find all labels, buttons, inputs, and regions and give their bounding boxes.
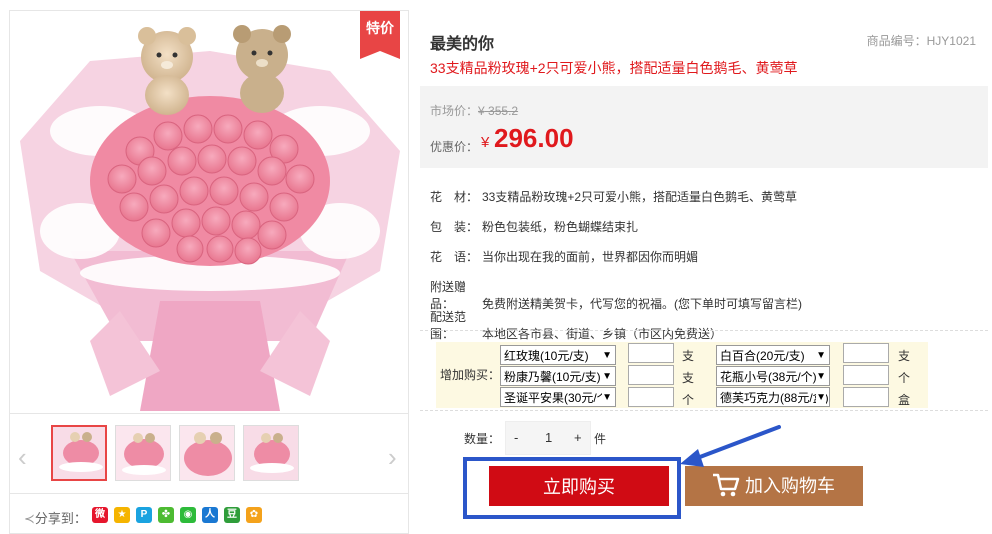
share-bar: ≺分享到： 微 ★ P ✤ ◉ 人 豆 ✿ <box>10 493 408 534</box>
quantity-label: 数量： <box>464 432 501 446</box>
addon-select-value: 红玫瑰(10元/支) <box>504 349 589 363</box>
spec-materials: 花 材： 33支精品粉玫瑰+2只可爱小熊，搭配适量白色鹅毛、黄莺草 <box>430 188 797 205</box>
quantity-input[interactable]: 1 <box>545 430 552 445</box>
sale-price-value: 296.00 <box>494 123 574 153</box>
addon-qty-input[interactable] <box>628 387 674 407</box>
spec-key: 包 装： <box>430 220 479 234</box>
divider <box>420 330 988 331</box>
thumbnail-image <box>53 427 105 479</box>
addon-qty-input[interactable] <box>628 343 674 363</box>
bouquet-image <box>20 25 400 411</box>
quantity-stepper: - 1 + <box>505 421 591 455</box>
product-title: 最美的你 <box>430 36 495 53</box>
kaixin-icon[interactable]: ✿ <box>246 507 262 523</box>
douban-icon[interactable]: 豆 <box>224 507 240 523</box>
market-price: 市场价：¥ 355.2 <box>430 102 518 119</box>
thumbnail-1[interactable] <box>51 425 107 481</box>
addon-select-vase[interactable]: 花瓶小号(38元/个) ▼ <box>716 366 830 386</box>
market-price-number: 355.2 <box>488 104 519 118</box>
addon-select-value: 花瓶小号(38元/个) <box>720 370 817 384</box>
addon-qty-input[interactable] <box>843 387 889 407</box>
spec-gift: 附送赠品： 免费附送精美贺卡，代写您的祝福。(您下单时可填写留言栏) <box>430 278 802 312</box>
share-label: ≺分享到： <box>24 508 87 527</box>
quantity-plus-button[interactable]: + <box>574 430 582 445</box>
buy-now-button[interactable]: 立即购买 <box>489 466 669 506</box>
thumbnail-strip: ‹ › <box>10 413 408 494</box>
weibo-icon[interactable]: 微 <box>92 507 108 523</box>
pengyou-icon[interactable]: ✤ <box>158 507 174 523</box>
cart-icon <box>713 473 740 497</box>
spec-packaging: 包 装： 粉色包装纸，粉色蝴蝶结束扎 <box>430 218 638 235</box>
addon-unit: 盒 <box>898 393 911 407</box>
product-code-label: 商品编号： <box>866 34 927 48</box>
addon-select-carnation[interactable]: 粉康乃馨(10元/支) ▼ <box>500 366 616 386</box>
renren-icon[interactable]: 人 <box>202 507 218 523</box>
qzone-icon[interactable]: ★ <box>114 507 130 523</box>
thumbnail-image <box>116 426 170 480</box>
dropdown-arrow-icon: ▼ <box>602 367 612 385</box>
main-product-image[interactable]: 特价 <box>10 11 408 413</box>
wechat-icon[interactable]: ◉ <box>180 507 196 523</box>
product-subtitle: 33支精品粉玫瑰+2只可爱小熊，搭配适量白色鹅毛、黄莺草 <box>430 60 798 76</box>
special-offer-badge: 特价 <box>360 11 400 59</box>
dropdown-arrow-icon: ▼ <box>816 388 826 406</box>
dropdown-arrow-icon: ▼ <box>602 350 612 361</box>
product-code-value: HJY1021 <box>926 34 976 48</box>
spec-value: 当你出现在我的面前，世界都因你而明媚 <box>482 250 699 264</box>
product-gallery: 特价 ‹ › ≺分享到： 微 ★ P ✤ ◉ 人 豆 ✿ <box>9 10 409 534</box>
market-price-label: 市场价： <box>430 104 479 118</box>
pointer-arrow-icon <box>680 425 781 467</box>
addon-unit: 个 <box>682 393 695 407</box>
spec-key: 花 材： <box>430 190 479 204</box>
addon-qty-input[interactable] <box>843 365 889 385</box>
sale-price-label: 优惠价： <box>430 140 479 154</box>
addon-unit: 支 <box>682 371 695 385</box>
spec-key: 花 语： <box>430 250 479 264</box>
market-price-currency: ¥ <box>478 104 485 118</box>
product-code: 商品编号：HJY1021 <box>867 32 976 49</box>
add-to-cart-label: 加入购物车 <box>745 476 835 496</box>
dropdown-arrow-icon: ▼ <box>816 367 826 385</box>
dropdown-arrow-icon: ▼ <box>602 388 612 406</box>
addon-select-value: 白百合(20元/支) <box>720 349 805 363</box>
add-to-cart-button[interactable]: 加入购物车 <box>685 466 863 506</box>
quantity-unit: 件 <box>594 432 607 446</box>
price-box: 市场价：¥ 355.2 优惠价： ¥ 296.00 <box>420 86 988 168</box>
addon-select-white-lily[interactable]: 白百合(20元/支) ▼ <box>716 345 830 365</box>
thumbnail-3[interactable] <box>179 425 235 481</box>
addon-label: 增加购买： <box>440 368 501 382</box>
addon-select-chocolate[interactable]: 德芙巧克力(88元/盒) ▼ <box>716 387 830 407</box>
addon-qty-input[interactable] <box>843 343 889 363</box>
spec-key: 附送赠品： <box>430 280 467 311</box>
thumbnail-2[interactable] <box>115 425 171 481</box>
prev-arrow-icon[interactable]: ‹ <box>18 442 27 473</box>
addon-select-value: 德芙巧克力(88元/盒) <box>720 391 829 405</box>
quantity-minus-button[interactable]: - <box>514 430 518 445</box>
dropdown-arrow-icon: ▼ <box>816 350 826 361</box>
spec-flower-language: 花 语： 当你出现在我的面前，世界都因你而明媚 <box>430 248 698 265</box>
addon-unit: 支 <box>682 349 695 363</box>
addon-select-value: 圣诞平安果(30元/个) <box>504 391 613 405</box>
addon-qty-input[interactable] <box>628 365 674 385</box>
divider <box>420 410 988 411</box>
market-price-value: ¥ 355.2 <box>478 104 518 118</box>
spec-value: 33支精品粉玫瑰+2只可爱小熊，搭配适量白色鹅毛、黄莺草 <box>482 190 798 204</box>
next-arrow-icon[interactable]: › <box>388 442 397 473</box>
addon-purchase-panel: 增加购买： 红玫瑰(10元/支) ▼ 支 白百合(20元/支) ▼ 支 粉康乃馨(1… <box>436 342 928 408</box>
spec-key: 配送范围： <box>430 310 467 341</box>
thumbnail-4[interactable] <box>243 425 299 481</box>
spec-value: 粉色包装纸，粉色蝴蝶结束扎 <box>482 220 639 234</box>
addon-unit: 个 <box>898 371 911 385</box>
sale-price-currency: ¥ <box>481 134 490 151</box>
thumbnail-image <box>180 426 234 480</box>
share-icon: ≺ <box>24 511 35 526</box>
addon-select-christmas-apple[interactable]: 圣诞平安果(30元/个) ▼ <box>500 387 616 407</box>
spec-delivery: 配送范围： 本地区各市县、街道、乡镇（市区内免费送） <box>430 308 722 342</box>
thumbnail-image <box>244 426 298 480</box>
addon-select-value: 粉康乃馨(10元/支) <box>504 370 601 384</box>
share-label-text: 分享到： <box>34 511 87 526</box>
addon-select-red-rose[interactable]: 红玫瑰(10元/支) ▼ <box>500 345 616 365</box>
addon-unit: 支 <box>898 349 911 363</box>
tencent-weibo-icon[interactable]: P <box>136 507 152 523</box>
